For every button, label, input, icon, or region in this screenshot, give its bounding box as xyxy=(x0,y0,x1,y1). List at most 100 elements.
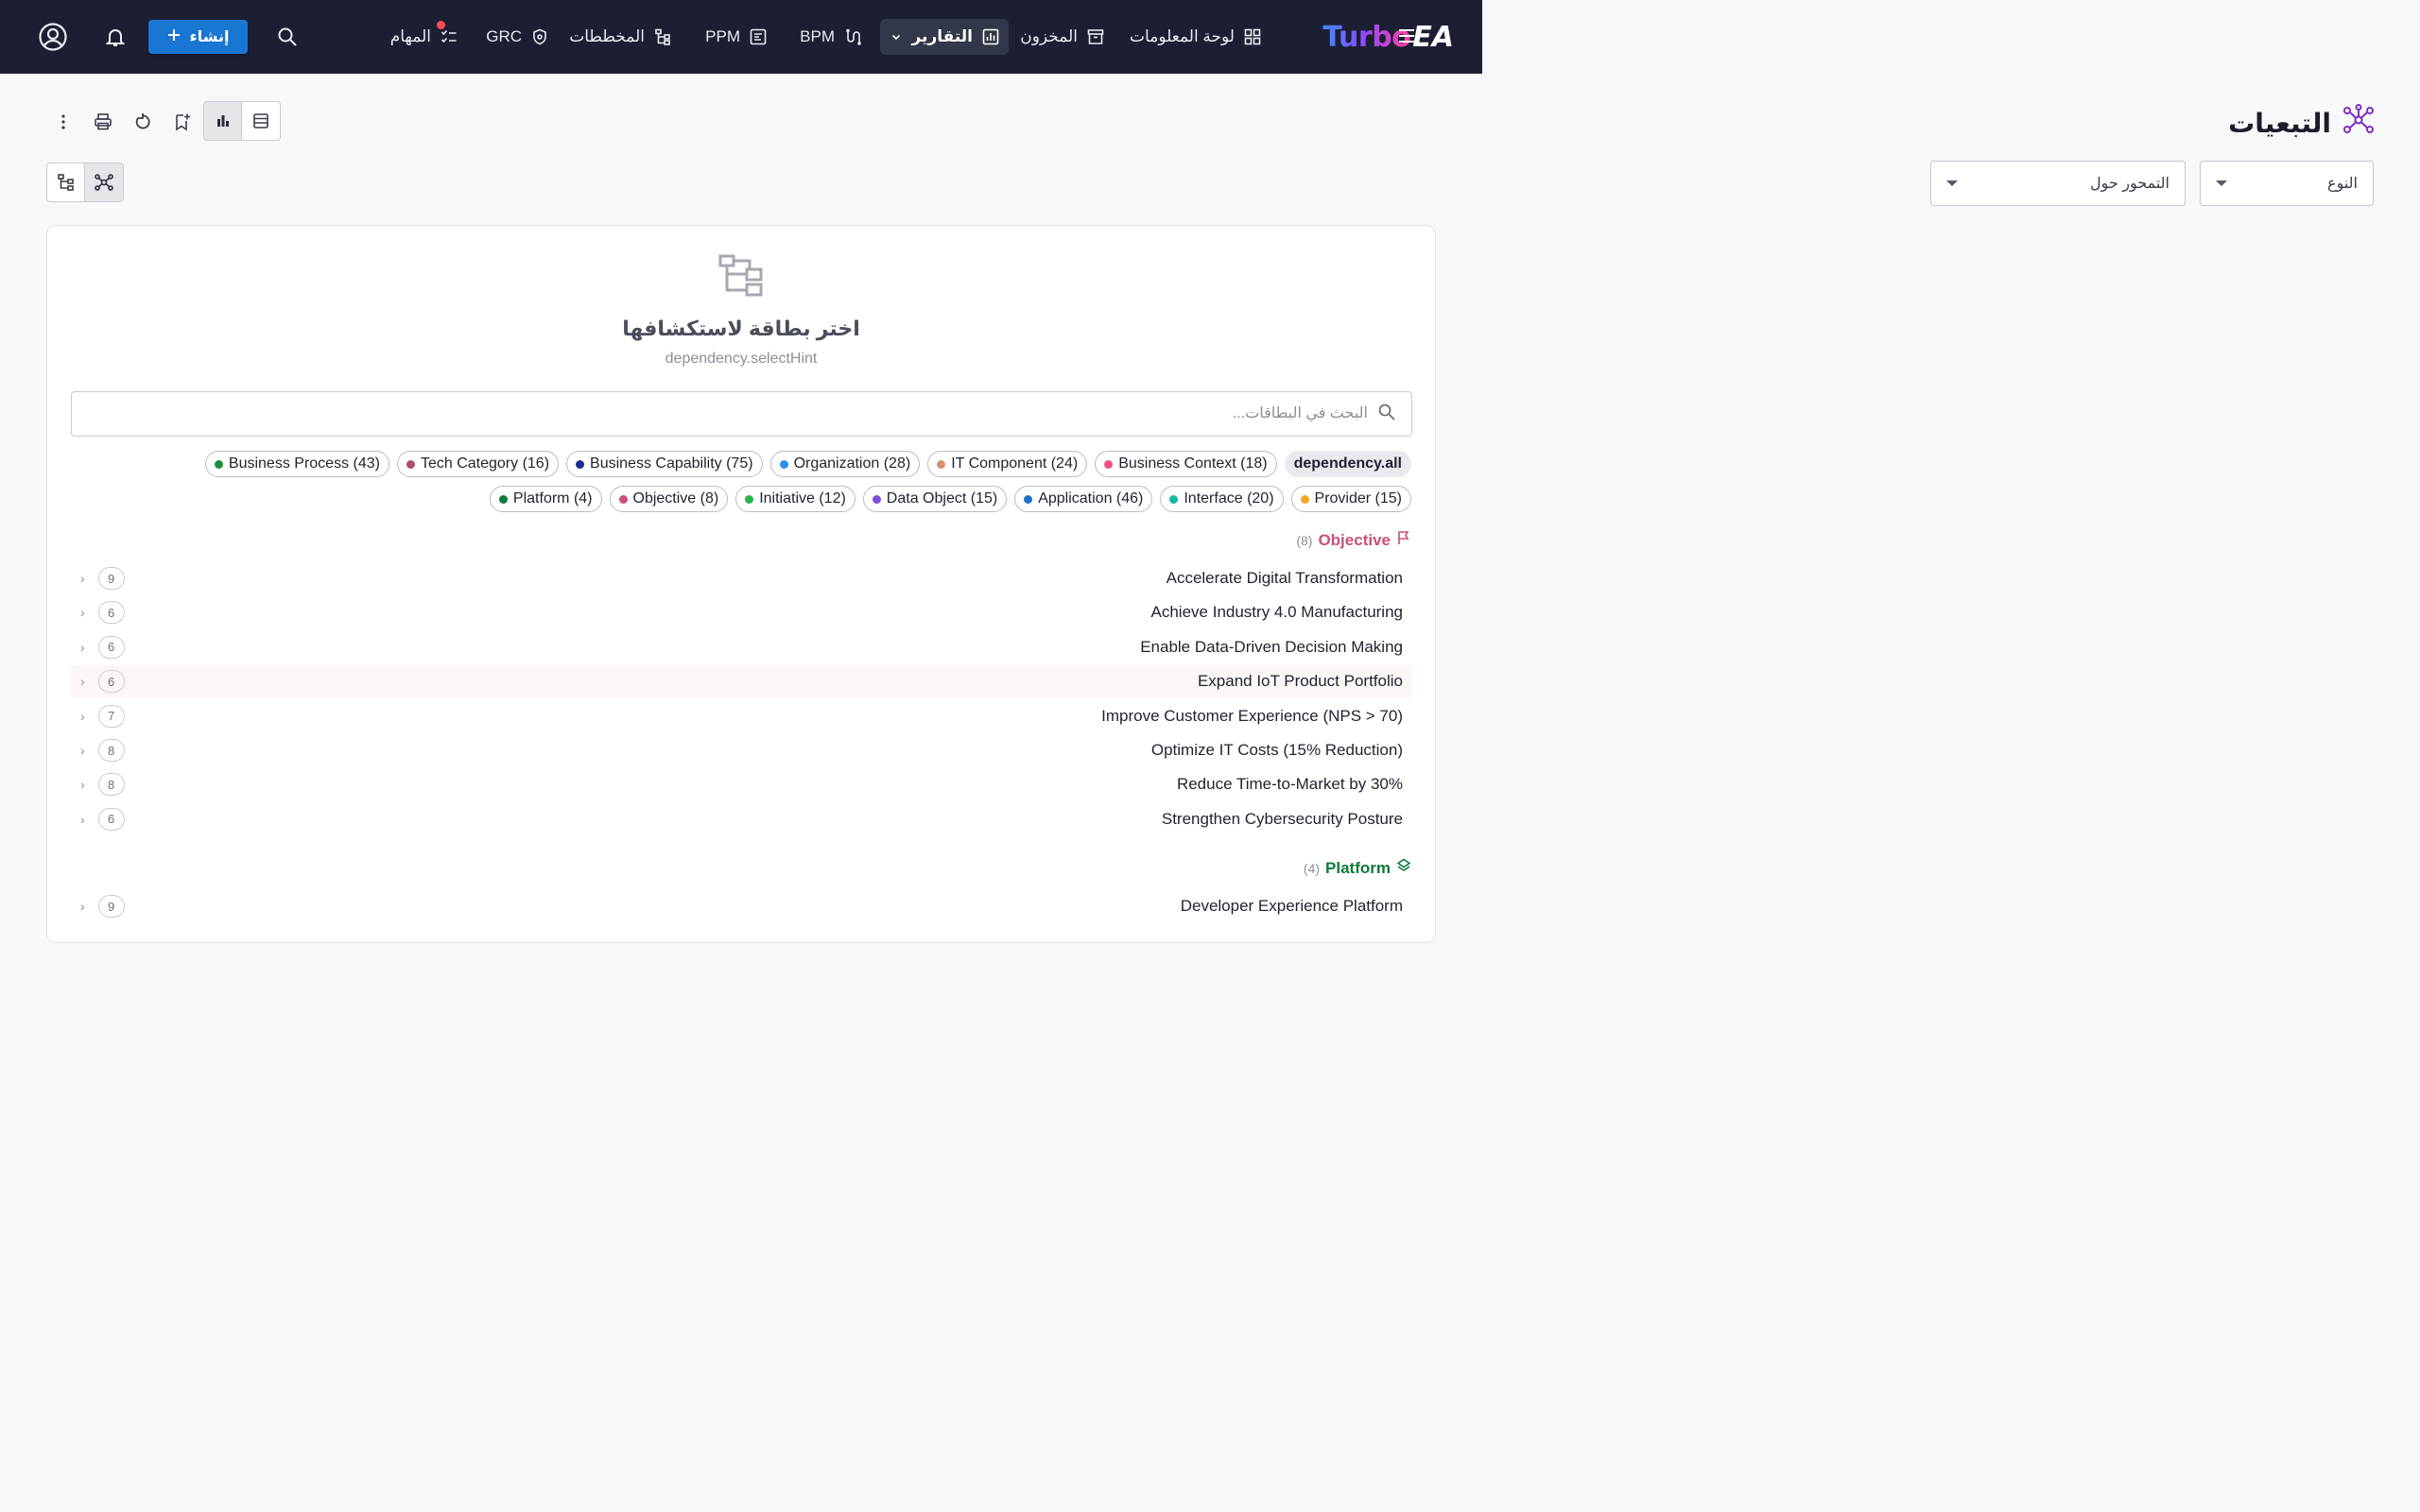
caret-down-icon xyxy=(1946,180,1958,186)
group-count: (8) xyxy=(1296,532,1313,548)
row-meta: › 6 xyxy=(80,635,125,659)
nav-diagrams[interactable]: المخططات xyxy=(560,19,681,55)
tree-layout-button[interactable] xyxy=(47,163,85,201)
group-header-objective: Objective (8) xyxy=(1296,530,1411,550)
bookmark-add-icon[interactable] xyxy=(168,108,197,136)
list-item[interactable]: Strengthen Cybersecurity Posture › 6 xyxy=(71,803,1412,835)
chevron-right-icon[interactable]: › xyxy=(80,605,85,620)
chevron-right-icon[interactable]: › xyxy=(80,777,85,792)
type-color-dot xyxy=(1300,494,1309,504)
chevron-right-icon[interactable]: › xyxy=(80,899,85,914)
group-header-platform: Platform (4) xyxy=(1304,858,1411,878)
page-title-text: التبعيات xyxy=(2228,108,2331,138)
card-name: Reduce Time-to-Market by 30% xyxy=(1176,775,1403,794)
search-icon xyxy=(1377,403,1396,426)
chip-label: Business Process (43) xyxy=(228,455,380,472)
type-select[interactable]: النوع xyxy=(2200,161,2374,206)
type-filter-chips-row-1: dependency.all Business Context (18) IT Co… xyxy=(182,451,1411,477)
chart-view-button[interactable] xyxy=(204,102,242,140)
type-color-dot xyxy=(214,459,223,469)
chip-label: dependency.all xyxy=(1293,455,1402,472)
type-filter-chip[interactable]: Platform (4) xyxy=(489,486,602,512)
dashboard-icon xyxy=(1244,28,1261,45)
empty-state-hint: dependency.selectHint xyxy=(665,351,818,367)
card-search-input[interactable] xyxy=(87,405,1368,422)
logo-text: Turbo xyxy=(1322,20,1411,54)
nav-bpm[interactable]: BPM xyxy=(790,19,871,55)
relation-count-badge: 9 xyxy=(97,895,125,918)
list-item[interactable]: Accelerate Digital Transformation › 9 xyxy=(71,562,1412,594)
type-filter-chip[interactable]: dependency.all xyxy=(1284,451,1411,477)
type-color-dot xyxy=(1024,494,1033,504)
nav-reports[interactable]: التقارير xyxy=(880,19,1009,55)
page-title: التبعيات xyxy=(2228,103,2375,142)
nav-reports-label: التقارير xyxy=(911,27,973,45)
relation-count-badge: 9 xyxy=(97,567,125,590)
chevron-right-icon[interactable]: › xyxy=(80,743,85,758)
tree-icon xyxy=(57,174,74,191)
print-icon[interactable] xyxy=(89,108,117,136)
reset-icon[interactable] xyxy=(129,108,157,136)
row-meta: › 6 xyxy=(80,670,125,694)
nav-inventory-label: المخزون xyxy=(1020,27,1078,45)
type-filter-chip[interactable]: Application (46) xyxy=(1014,486,1153,512)
bell-icon[interactable] xyxy=(101,23,130,51)
table-view-button[interactable] xyxy=(242,102,280,140)
type-filter-chip[interactable]: Data Object (15) xyxy=(862,486,1008,512)
user-avatar-icon[interactable] xyxy=(36,20,70,54)
row-meta: › 8 xyxy=(80,739,125,762)
nav-grc[interactable]: GRC xyxy=(476,19,558,55)
relation-count-badge: 8 xyxy=(97,739,125,762)
pivot-select[interactable]: التمحور حول xyxy=(1930,161,2186,206)
chip-label: Objective (8) xyxy=(632,490,719,507)
turbo-ea-logo[interactable]: Turbo EA xyxy=(1322,19,1454,55)
network-icon xyxy=(95,174,113,191)
relation-count-badge: 8 xyxy=(97,773,125,797)
nav-ppm[interactable]: PPM xyxy=(696,19,776,55)
graph-layout-button[interactable] xyxy=(85,163,123,201)
list-item[interactable]: Achieve Industry 4.0 Manufacturing › 6 xyxy=(71,596,1412,628)
nav-dashboard[interactable]: لوحة المعلومات xyxy=(1120,19,1270,55)
list-item[interactable]: Expand IoT Product Portfolio › 6 xyxy=(71,665,1412,698)
nav-tasks[interactable]: المهام xyxy=(381,19,467,55)
type-filter-chip[interactable]: Tech Category (16) xyxy=(396,451,560,477)
type-filter-chip[interactable]: Provider (15) xyxy=(1290,486,1411,512)
type-filter-chip[interactable]: Business Capability (75) xyxy=(566,451,763,477)
card-search-field[interactable] xyxy=(71,391,1412,437)
create-button-label: إنشاء xyxy=(189,29,230,45)
list-item[interactable]: Improve Customer Experience (NPS > 70) › 7 xyxy=(71,700,1412,732)
shield-icon xyxy=(531,28,548,45)
chip-label: Provider (15) xyxy=(1314,490,1402,507)
type-filter-chip[interactable]: Business Process (43) xyxy=(204,451,389,477)
notification-dot xyxy=(437,21,445,29)
flag-icon xyxy=(1396,530,1411,550)
type-filter-chip[interactable]: Initiative (12) xyxy=(735,486,856,512)
list-item[interactable]: Enable Data-Driven Decision Making › 6 xyxy=(71,631,1412,663)
nav-inventory[interactable]: المخزون xyxy=(1011,19,1114,55)
nav-bpm-label: BPM xyxy=(800,27,835,45)
type-filter-chip[interactable]: Business Context (18) xyxy=(1095,451,1277,477)
chevron-right-icon[interactable]: › xyxy=(80,812,85,827)
search-icon[interactable] xyxy=(273,23,302,51)
card-name: Expand IoT Product Portfolio xyxy=(1197,672,1403,691)
dependency-card: اختر بطاقة لاستكشافها dependency.selectH… xyxy=(46,225,1436,943)
type-filter-chip[interactable]: IT Component (24) xyxy=(927,451,1088,477)
list-item[interactable]: Reduce Time-to-Market by 30% › 8 xyxy=(71,768,1412,800)
list-item[interactable]: Optimize IT Costs (15% Reduction) › 8 xyxy=(71,734,1412,766)
create-button[interactable]: إنشاء xyxy=(148,20,248,54)
chip-label: Business Context (18) xyxy=(1118,455,1268,472)
relation-count-badge: 6 xyxy=(97,635,125,659)
type-filter-chip[interactable]: Organization (28) xyxy=(769,451,921,477)
chevron-right-icon[interactable]: › xyxy=(80,709,85,724)
type-filter-chip[interactable]: Interface (20) xyxy=(1160,486,1284,512)
type-filter-chip[interactable]: Objective (8) xyxy=(609,486,729,512)
chip-label: Interface (20) xyxy=(1184,490,1274,507)
chevron-right-icon[interactable]: › xyxy=(80,571,85,586)
more-options-icon[interactable] xyxy=(49,108,78,136)
chevron-right-icon[interactable]: › xyxy=(80,640,85,655)
list-item[interactable]: Developer Experience Platform › 9 xyxy=(71,890,1412,922)
chevron-right-icon[interactable]: › xyxy=(80,674,85,689)
nav-diagrams-label: المخططات xyxy=(569,27,645,45)
card-name: Achieve Industry 4.0 Manufacturing xyxy=(1150,603,1403,622)
relation-count-badge: 7 xyxy=(97,704,125,728)
